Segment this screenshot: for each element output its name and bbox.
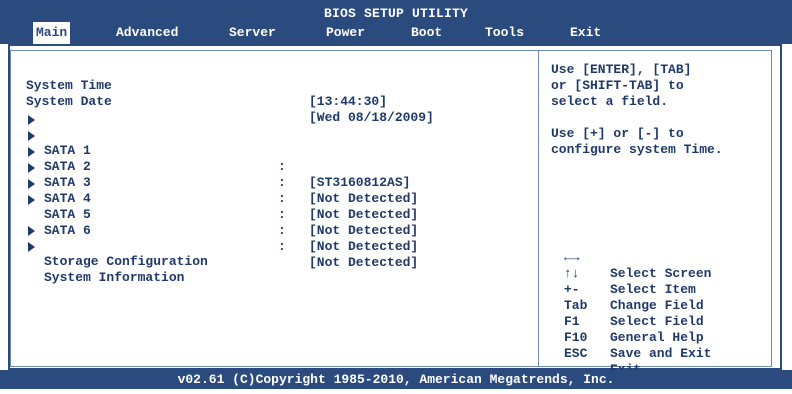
system-time-label: System Time [26, 78, 112, 93]
sata-2-row[interactable]: SATA 2 : [Not Detected] [0, 127, 418, 206]
key-legend-row: ←→ Select Screen [564, 234, 711, 281]
sata-2-colon: : [278, 175, 286, 190]
sata-1-value: [ST3160812AS] [309, 175, 411, 190]
bios-title: BIOS SETUP UTILITY [323, 6, 469, 21]
submenu-arrow-icon [28, 163, 35, 173]
tab-server[interactable]: Server [229, 22, 276, 44]
key-legend-row: ESC Exit [564, 330, 641, 377]
key-label: ESC [564, 346, 588, 361]
system-date-row[interactable]: System Date [Wed 08/18/2009] [0, 78, 434, 125]
key-description: Select Item [610, 282, 696, 297]
submenu-arrow-icon [28, 115, 35, 125]
tab-tools[interactable]: Tools [485, 22, 524, 44]
storage-configuration-label: Storage Configuration [44, 254, 208, 269]
storage-configuration-row[interactable]: Storage Configuration [0, 222, 208, 269]
sata-6-value: [Not Detected] [309, 255, 419, 270]
help-line: Use [ENTER], [TAB] [551, 62, 692, 77]
copyright-footer: v02.61 (C)Copyright 1985-2010, American … [0, 370, 792, 389]
submenu-arrow-icon [28, 242, 35, 252]
key-legend-row: +- Change Field [564, 266, 704, 313]
sata-4-colon: : [278, 207, 286, 222]
sata-6-colon: : [278, 239, 286, 254]
submenu-arrow-icon [28, 147, 35, 157]
sata-4-row[interactable]: SATA 4 : [Not Detected] [0, 159, 418, 238]
system-information-row[interactable]: System Information [0, 238, 184, 285]
key-legend-row: F1 General Help [564, 298, 704, 345]
system-time-row[interactable]: System Time [13:44:30] [0, 62, 387, 109]
system-date-label: System Date [26, 94, 112, 109]
help-line: Use [+] or [-] to [551, 126, 684, 141]
help-line: select a field. [551, 94, 669, 109]
system-date-value[interactable]: [Wed 08/18/2009] [309, 110, 434, 126]
key-legend-row: Tab Select Field [564, 282, 704, 329]
sata-4-label: SATA 4 [44, 191, 91, 206]
key-legend-row: F10 Save and Exit [564, 314, 711, 361]
tab-power[interactable]: Power [326, 22, 365, 44]
key-description: Select Screen [610, 266, 712, 281]
sata-3-value: [Not Detected] [309, 207, 419, 222]
submenu-arrow-icon [28, 131, 35, 141]
sata-1-label: SATA 1 [44, 143, 91, 158]
sata-5-label: SATA 5 [44, 207, 91, 222]
sata-6-label: SATA 6 [44, 223, 91, 238]
sata-3-row[interactable]: SATA 3 : [Not Detected] [0, 143, 418, 222]
sata-5-value: [Not Detected] [309, 239, 419, 254]
sata-2-value: [Not Detected] [309, 191, 419, 206]
key-description: General Help [610, 330, 704, 345]
menu-bar: Main Advanced Server Power Boot Tools Ex… [0, 22, 792, 44]
help-divider [538, 50, 539, 367]
submenu-arrow-icon [28, 195, 35, 205]
tab-boot[interactable]: Boot [411, 22, 442, 44]
key-legend-row: ↑↓ Select Item [564, 250, 696, 297]
sata-2-label: SATA 2 [44, 159, 91, 174]
key-description: Change Field [610, 298, 704, 313]
sata-3-colon: : [278, 191, 286, 206]
title-bar: BIOS SETUP UTILITY Main Advanced Server … [0, 0, 792, 44]
sata-3-label: SATA 3 [44, 175, 91, 190]
tab-main[interactable]: Main [33, 22, 71, 44]
tab-exit[interactable]: Exit [570, 22, 601, 44]
sata-5-row[interactable]: SATA 5 : [Not Detected] [0, 175, 418, 254]
system-information-label: System Information [44, 270, 185, 285]
submenu-arrow-icon [28, 179, 35, 189]
sata-1-row[interactable]: SATA 1 : [ST3160812AS] [0, 111, 410, 190]
key-description: Select Field [610, 314, 704, 329]
sata-4-value: [Not Detected] [309, 223, 419, 238]
sata-5-colon: : [278, 223, 286, 238]
sata-6-row[interactable]: SATA 6 : [Not Detected] [0, 191, 418, 270]
key-description: Save and Exit [610, 346, 712, 361]
help-line: or [SHIFT-TAB] to [551, 78, 684, 93]
system-time-value[interactable]: [13:44:30] [309, 94, 387, 110]
sata-1-colon: : [278, 159, 286, 174]
help-line: configure system Time. [551, 142, 723, 157]
tab-advanced[interactable]: Advanced [116, 22, 178, 44]
submenu-arrow-icon [28, 226, 35, 236]
